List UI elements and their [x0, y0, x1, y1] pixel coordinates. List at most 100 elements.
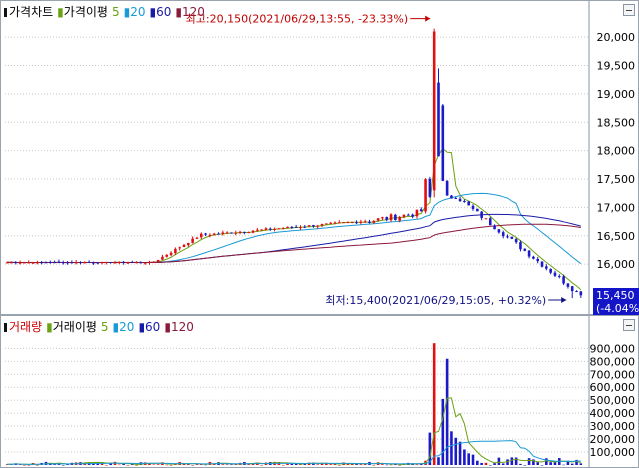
candle-body	[148, 262, 151, 264]
legend-marker-icon: ▮	[123, 5, 131, 19]
volume-chart-pane[interactable]: 거래량 ▮ 거래이평 5 ▮ 20 ▮ 60 ▮ 120 100,000 200,000…	[0, 315, 639, 468]
candle-body	[40, 262, 43, 264]
price-chart-canvas[interactable]: 16,000 16,500 17,000 17,500 18,000 18,500 19,0…	[1, 1, 638, 314]
candle-body	[221, 232, 225, 234]
legend-marker-icon	[4, 7, 7, 17]
price-y-tick: 18,500	[597, 116, 636, 129]
candle-body	[135, 262, 138, 264]
volume-bar	[458, 441, 462, 465]
volume-bar	[286, 463, 289, 465]
candle-body	[208, 234, 212, 236]
candle-body	[126, 262, 130, 264]
candle-body	[411, 214, 414, 217]
candle-body	[540, 261, 544, 267]
volume-bar	[290, 463, 294, 465]
candle-body	[523, 248, 527, 251]
volume-bar	[165, 464, 169, 466]
candle-body	[363, 221, 367, 223]
candle-body	[70, 262, 74, 264]
legend-marker-icon: ▮	[112, 320, 120, 334]
candle-body	[376, 218, 380, 221]
candle-body	[199, 233, 203, 238]
candle-body	[454, 198, 458, 200]
candle-body	[83, 262, 87, 264]
volume-bar	[247, 464, 251, 465]
candle-body	[432, 31, 436, 191]
volume-bar	[126, 465, 130, 466]
candle-body	[394, 214, 397, 221]
candle-body	[18, 262, 22, 264]
candle-body	[57, 261, 61, 263]
candle-body	[234, 232, 238, 234]
minimize-pane-button[interactable]	[623, 4, 635, 16]
legend-marker-icon: ▮	[138, 320, 146, 334]
candle-body	[251, 230, 255, 233]
price-ma60-label: 60	[156, 5, 172, 19]
candle-body	[527, 250, 531, 257]
volume-bar	[329, 464, 332, 465]
volume-bar	[415, 464, 419, 466]
candle-body	[419, 209, 423, 212]
volume-bar	[540, 465, 544, 466]
price-y-tick: 20,000	[597, 31, 636, 44]
candle-body	[299, 227, 302, 229]
candle-body	[156, 259, 160, 263]
price-chart-title: 가격차트	[9, 5, 54, 19]
volume-ma5-label: 5	[100, 320, 109, 334]
candle-body	[463, 200, 466, 202]
volume-bar	[437, 457, 440, 465]
volume-bar	[471, 454, 475, 465]
minimize-pane-button[interactable]	[623, 319, 635, 331]
volume-legend: 거래량 ▮ 거래이평 5 ▮ 20 ▮ 60 ▮ 120	[4, 319, 194, 335]
candle-body	[165, 254, 169, 257]
candle-body	[501, 232, 505, 237]
candle-body	[562, 276, 565, 284]
volume-bar	[519, 463, 522, 465]
volume-bar	[432, 343, 436, 465]
volume-chart-title: 거래량	[9, 320, 43, 334]
legend-marker-icon: ▮	[57, 5, 64, 19]
current-price-tag: 15,450 (-4.04%)	[593, 288, 639, 316]
volume-bar	[156, 464, 160, 465]
volume-bar	[501, 463, 505, 465]
candle-body	[256, 229, 259, 231]
candle-body	[549, 269, 552, 273]
candle-body	[14, 262, 18, 264]
candle-body	[424, 179, 427, 212]
volume-bar	[570, 463, 574, 465]
candle-body	[260, 229, 263, 231]
price-y-tick: 19,500	[597, 60, 636, 73]
volume-bar	[476, 460, 479, 465]
candle-body	[437, 82, 440, 157]
candle-body	[368, 221, 371, 223]
candle-body	[329, 222, 332, 224]
candle-body	[225, 232, 229, 234]
candle-body	[212, 233, 216, 235]
price-ma5-line	[7, 148, 582, 290]
candle-body	[44, 262, 48, 264]
candle-body	[488, 218, 492, 226]
volume-chart-canvas[interactable]: 100,000200,000300,000400,000500,000600,0…	[1, 316, 638, 467]
candle-body	[48, 262, 52, 264]
volume-bar	[549, 462, 552, 465]
volume-bar	[169, 465, 173, 466]
volume-bar	[527, 458, 531, 465]
candle-body	[506, 236, 509, 238]
price-chart-pane[interactable]: 가격차트 ▮ 가격이평 5 ▮ 20 ▮ 60 ▮ 120 16,000 16,500 1…	[0, 0, 639, 316]
volume-bar	[225, 464, 229, 465]
volume-pane-controls	[623, 319, 635, 331]
volume-bar	[523, 465, 527, 466]
price-y-tick: 18,000	[597, 145, 636, 158]
candle-body	[471, 205, 475, 209]
candle-body	[333, 222, 337, 224]
candle-body	[27, 262, 31, 264]
candle-body	[514, 239, 518, 243]
candle-body	[130, 262, 134, 264]
volume-bar	[204, 464, 207, 466]
candle-body	[139, 262, 143, 264]
candle-body	[553, 272, 557, 276]
low-arrowhead	[561, 297, 567, 303]
volume-y-tick: 700,000	[590, 368, 636, 381]
volume-bar	[359, 464, 363, 465]
volume-bar	[195, 464, 199, 465]
